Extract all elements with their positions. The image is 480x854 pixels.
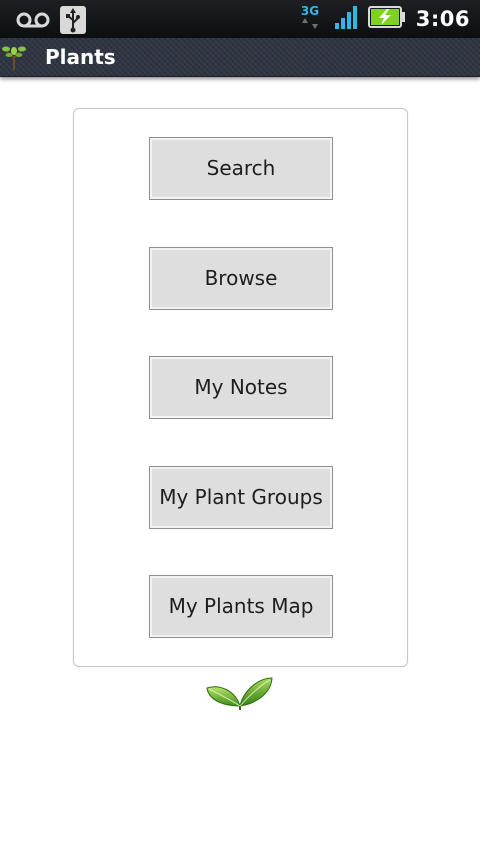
status-left-icons — [16, 6, 86, 38]
voicemail-icon — [16, 10, 50, 34]
usb-icon — [60, 6, 86, 38]
app-title: Plants — [45, 45, 116, 69]
menu-panel: Search Browse My Notes My Plant Groups M… — [73, 108, 408, 667]
status-bar: 3G 3:06 — [0, 0, 480, 38]
status-right-icons: 3G 3:06 — [296, 4, 470, 34]
battery-charging-icon — [367, 6, 406, 32]
my-notes-button[interactable]: My Notes — [149, 356, 333, 419]
network-type-label: 3G — [301, 4, 319, 18]
my-plant-groups-button[interactable]: My Plant Groups — [149, 466, 333, 529]
browse-button[interactable]: Browse — [149, 247, 333, 310]
status-clock: 3:06 — [415, 7, 470, 31]
green-leaves-icon — [205, 672, 275, 712]
signal-strength-icon — [334, 4, 358, 34]
plant-app-icon[interactable] — [2, 44, 26, 70]
title-bar: Plants — [0, 38, 480, 77]
3g-data-icon: 3G — [296, 3, 324, 35]
search-button[interactable]: Search — [149, 137, 333, 200]
my-plants-map-button[interactable]: My Plants Map — [149, 575, 333, 638]
